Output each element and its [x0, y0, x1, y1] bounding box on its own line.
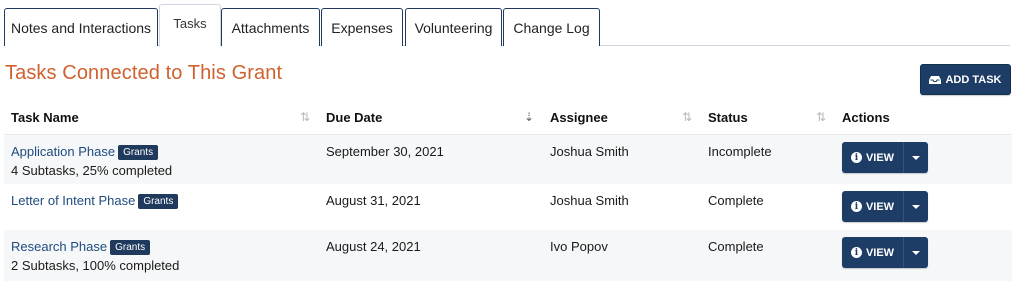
table-row: Application Phase Grants 4 Subtasks, 25% … — [4, 135, 1012, 184]
tab-expenses[interactable]: Expenses — [321, 8, 403, 46]
tab-notes-and-interactions[interactable]: Notes and Interactions — [4, 8, 158, 46]
task-name-cell: Letter of Intent Phase Grants — [11, 193, 179, 209]
column-header-status[interactable]: Status — [708, 100, 748, 135]
task-link[interactable]: Application Phase — [11, 144, 115, 159]
view-button[interactable]: i VIEW — [842, 191, 904, 222]
add-task-button[interactable]: ADD TASK — [920, 64, 1011, 95]
tab-change-log[interactable]: Change Log — [503, 8, 600, 46]
view-dropdown-toggle[interactable] — [904, 191, 928, 222]
view-button[interactable]: i VIEW — [842, 142, 904, 173]
view-label: VIEW — [865, 246, 895, 259]
assignee-cell: Ivo Popov — [550, 239, 608, 254]
column-header-task-name[interactable]: Task Name — [11, 100, 79, 135]
tasks-table: Task Name ⇅ Due Date ⇣ Assignee ⇅ Status… — [4, 100, 1012, 281]
subtask-summary: 2 Subtasks, 100% completed — [11, 258, 180, 273]
category-badge: Grants — [118, 145, 159, 160]
category-badge: Grants — [110, 240, 151, 255]
sort-icon[interactable]: ⇅ — [682, 110, 692, 124]
assignee-cell: Joshua Smith — [550, 144, 629, 159]
view-split-button: i VIEW — [842, 142, 928, 173]
table-row: Research Phase Grants 2 Subtasks, 100% co… — [4, 230, 1012, 281]
subtask-summary: 4 Subtasks, 25% completed — [11, 163, 173, 178]
caret-down-icon — [912, 204, 920, 209]
category-badge: Grants — [138, 194, 179, 209]
sort-desc-icon[interactable]: ⇣ — [524, 110, 534, 124]
tab-volunteering[interactable]: Volunteering — [405, 8, 502, 46]
tab-bar: Notes and Interactions Tasks Attachments… — [4, 4, 1010, 47]
due-date-cell: August 24, 2021 — [326, 239, 421, 254]
tab-attachments[interactable]: Attachments — [221, 8, 320, 46]
caret-down-icon — [912, 250, 920, 255]
view-button[interactable]: i VIEW — [842, 237, 904, 268]
tab-tasks[interactable]: Tasks — [159, 4, 221, 47]
table-row: Letter of Intent Phase Grants August 31, … — [4, 184, 1012, 230]
sort-icon[interactable]: ⇅ — [300, 110, 310, 124]
view-split-button: i VIEW — [842, 237, 928, 268]
info-icon: i — [850, 152, 862, 163]
task-link[interactable]: Letter of Intent Phase — [11, 193, 135, 208]
task-link[interactable]: Research Phase — [11, 239, 107, 254]
column-header-due-date[interactable]: Due Date — [326, 100, 382, 135]
view-split-button: i VIEW — [842, 191, 928, 222]
inbox-icon — [929, 75, 942, 84]
task-name-cell: Research Phase Grants 2 Subtasks, 100% co… — [11, 239, 179, 273]
column-header-assignee[interactable]: Assignee — [550, 100, 608, 135]
due-date-cell: August 31, 2021 — [326, 193, 421, 208]
sort-icon[interactable]: ⇅ — [816, 110, 826, 124]
due-date-cell: September 30, 2021 — [326, 144, 444, 159]
assignee-cell: Joshua Smith — [550, 193, 629, 208]
info-icon: i — [850, 247, 862, 258]
task-name-cell: Application Phase Grants 4 Subtasks, 25% … — [11, 144, 172, 178]
add-task-label: ADD TASK — [945, 73, 1002, 86]
view-label: VIEW — [865, 200, 895, 213]
status-cell: Incomplete — [708, 144, 772, 159]
view-dropdown-toggle[interactable] — [904, 237, 928, 268]
status-cell: Complete — [708, 239, 764, 254]
column-header-actions: Actions — [842, 110, 890, 125]
view-dropdown-toggle[interactable] — [904, 142, 928, 173]
section-title: Tasks Connected to This Grant — [5, 62, 283, 84]
table-header: Task Name ⇅ Due Date ⇣ Assignee ⇅ Status… — [4, 100, 1012, 135]
status-cell: Complete — [708, 193, 764, 208]
info-icon: i — [850, 201, 862, 212]
view-label: VIEW — [865, 151, 895, 164]
caret-down-icon — [912, 155, 920, 160]
